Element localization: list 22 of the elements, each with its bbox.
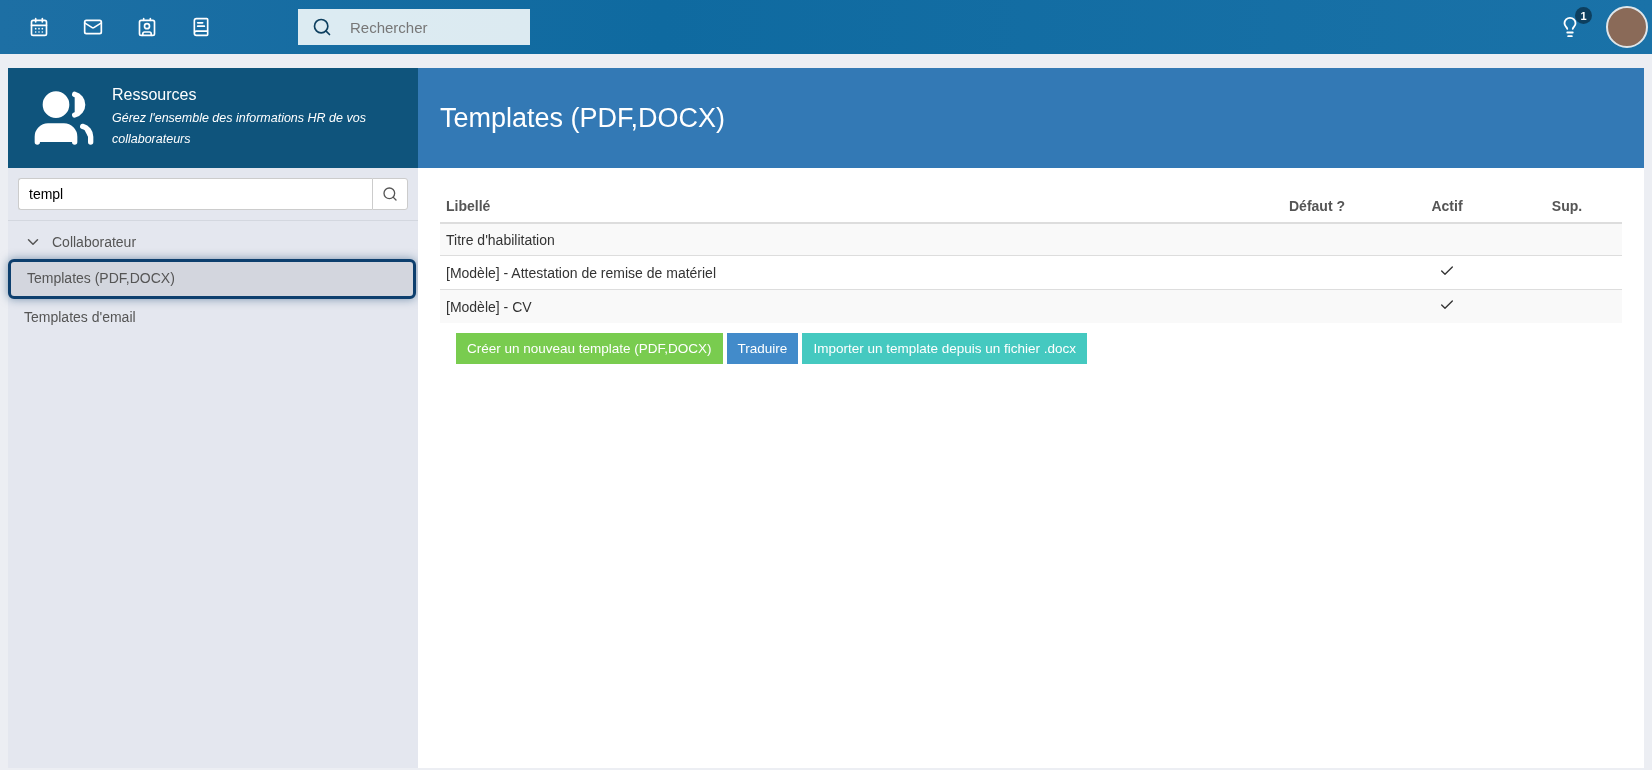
module-subtitle: Gérez l'ensemble des informations HR de vos collaborateurs [112,110,367,148]
search-icon [312,17,332,37]
table-cell: [Modèle] - Attestation de remise de matériel [440,255,1252,290]
contact-book-icon[interactable] [137,17,157,37]
mail-icon[interactable] [83,17,103,37]
search-button[interactable] [372,178,408,210]
sidebar-item[interactable]: Templates d'email [8,299,418,335]
notification-count: 1 [1575,7,1592,24]
search-icon [382,186,398,202]
module-title: Ressources [112,86,198,104]
table-cell: Titre d'habilitation [440,223,1252,256]
search-field[interactable]: Rechercher [298,9,530,45]
group-label: Collaborateur [52,234,137,250]
avatar[interactable] [1606,6,1648,48]
page-title: Templates (PDF,DOCX) [440,102,726,134]
book-icon[interactable] [191,17,211,37]
sidebar-item[interactable]: Templates (PDF,DOCX) [8,259,416,299]
table-cell: [Modèle] - CV [440,289,1252,323]
tree-group[interactable]: Collaborateur [8,220,418,257]
filter-field[interactable]: templ [18,178,372,210]
action-button[interactable]: Traduire [726,333,799,364]
calendar-icon[interactable] [29,17,49,37]
